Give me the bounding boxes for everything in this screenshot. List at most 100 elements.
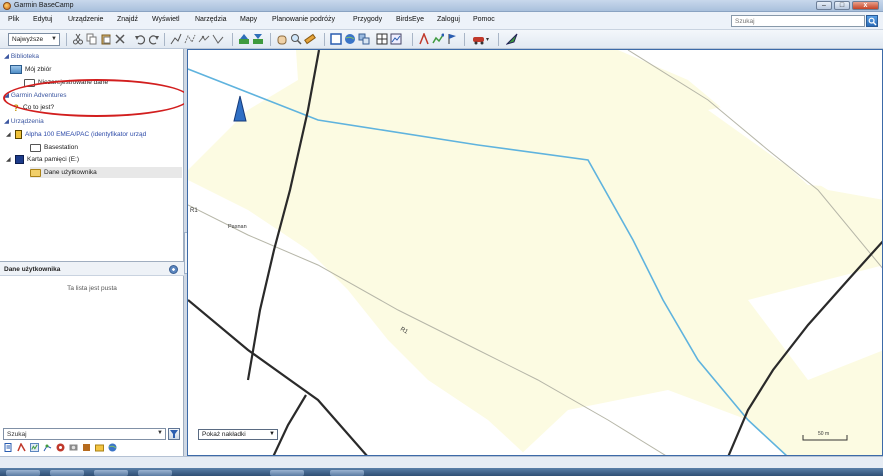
new-track-icon[interactable] (30, 443, 39, 452)
paste-icon[interactable] (100, 33, 112, 45)
measure-tool-icon[interactable] (212, 33, 224, 45)
grid-icon[interactable] (376, 33, 388, 45)
filter-button[interactable] (168, 428, 180, 440)
new-route-icon[interactable] (418, 33, 430, 45)
menu-device[interactable]: Urządzenie (68, 16, 103, 23)
menu-adventures[interactable]: Przygody (353, 16, 382, 23)
memory-card-icon (15, 155, 24, 164)
expand-arrow-icon: ◢ (6, 157, 11, 163)
zoom-tool-icon[interactable] (290, 33, 302, 45)
chevron-down-icon: ▼ (157, 430, 163, 436)
status-bar (0, 456, 883, 468)
route-tool-icon[interactable] (184, 33, 196, 45)
profile-icon[interactable] (390, 33, 402, 45)
send-to-device-icon[interactable] (252, 33, 264, 45)
close-button[interactable]: x (852, 1, 879, 10)
toolbar-separator (164, 33, 165, 46)
collapse-icon: ◢ (4, 53, 11, 60)
waypoint-tool-icon[interactable] (170, 33, 182, 45)
menu-trip-planning[interactable]: Planowanie podróży (272, 16, 335, 23)
menu-file[interactable]: Plik (8, 16, 19, 23)
taskbar-app-button[interactable] (330, 470, 364, 476)
menu-view[interactable]: Wyświetl (152, 16, 180, 23)
menu-edit[interactable]: Edytuj (33, 16, 52, 23)
globe-icon[interactable] (344, 33, 356, 45)
basecamp-app-icon (3, 2, 11, 10)
tree-item-my-collection[interactable]: Mój zbiór (10, 64, 51, 75)
title-bar: Garmin BaseCamp – □ x (0, 0, 883, 12)
layers-icon[interactable] (358, 33, 370, 45)
sort-combo[interactable]: Najwyższe ▼ (8, 33, 60, 46)
undo-icon[interactable] (134, 33, 146, 45)
new-track-icon[interactable] (432, 33, 444, 45)
menu-tools[interactable]: Narzędzia (195, 16, 227, 23)
folder-icon[interactable] (95, 443, 104, 452)
taskbar-app-button[interactable] (270, 470, 304, 476)
ruler-tool-icon[interactable] (304, 33, 316, 45)
tree-item-label: Alpha 100 EMEA/PAC (identyfikator urząd (25, 131, 147, 138)
window-title: Garmin BaseCamp (14, 2, 74, 9)
scale-label: 50 m (818, 431, 830, 437)
highlight-annotation-oval (3, 79, 190, 117)
globe-icon[interactable] (108, 443, 117, 452)
search-icon (868, 17, 877, 26)
tree-item-user-data[interactable]: Dane użytkownika (30, 167, 182, 178)
cut-icon[interactable] (72, 33, 84, 45)
new-waypoint-icon[interactable] (43, 443, 52, 452)
redo-icon[interactable] (148, 33, 160, 45)
tree-item-memory-card[interactable]: ◢ Karta pamięci (E:) (6, 154, 79, 165)
toolbar-separator (324, 33, 325, 46)
options-icon[interactable] (169, 265, 178, 274)
map-view[interactable]: R1 Pasnan R1 (187, 49, 883, 456)
menu-login[interactable]: Zaloguj (437, 16, 460, 23)
birdseye-icon[interactable] (506, 33, 518, 45)
filter-field-text: Szukaj (7, 431, 27, 438)
adventure-icon[interactable] (82, 443, 91, 452)
toolbar-separator (232, 33, 233, 46)
library-section-header[interactable]: ◢ Biblioteka (4, 52, 39, 60)
tree-item-label: Karta pamięci (E:) (27, 156, 80, 163)
map-canvas[interactable]: R1 Pasnan R1 (188, 50, 883, 456)
chevron-down-icon: ▼ (269, 431, 275, 437)
geocache-icon[interactable] (56, 443, 65, 452)
photo-icon[interactable] (69, 443, 78, 452)
tree-item-device[interactable]: ◢ Alpha 100 EMEA/PAC (identyfikator urzą… (6, 129, 146, 140)
tree-item-label: Basestation (44, 144, 78, 151)
track-tool-icon[interactable] (198, 33, 210, 45)
filter-field[interactable]: Szukaj ▼ (3, 428, 166, 440)
place-label: Pasnan (228, 224, 247, 230)
taskbar-app-button[interactable] (50, 470, 84, 476)
menu-find[interactable]: Znajdź (117, 16, 138, 23)
hand-tool-icon[interactable] (276, 33, 288, 45)
taskbar-app-button[interactable] (94, 470, 128, 476)
tree-item-label: Mój zbiór (25, 66, 52, 73)
toolbar-separator (66, 33, 67, 46)
search-button[interactable] (866, 15, 878, 27)
new-route-icon[interactable] (17, 443, 26, 452)
list-panel-header: Dane użytkownika (0, 261, 184, 276)
overlay-select[interactable]: Pokaż nakładki ▼ (198, 429, 278, 440)
copy-icon[interactable] (86, 33, 98, 45)
car-profile-icon[interactable] (472, 33, 490, 45)
toolbar-separator (270, 33, 271, 46)
menu-help[interactable]: Pomoc (473, 16, 495, 23)
overlay-select-value: Pokaż nakładki (202, 431, 246, 438)
search-box[interactable] (731, 15, 865, 27)
tree-item-basestation[interactable]: Basestation (30, 142, 78, 153)
menu-birdseye[interactable]: BirdsEye (396, 16, 424, 23)
flag-icon[interactable] (446, 33, 458, 45)
search-input[interactable] (732, 16, 864, 26)
devices-section-header[interactable]: ◢ Urządzenia (4, 117, 44, 125)
start-button[interactable] (6, 470, 40, 476)
empty-list-message: Ta lista jest pusta (67, 285, 117, 292)
taskbar-app-button[interactable] (138, 470, 172, 476)
maximize-button[interactable]: □ (834, 1, 850, 10)
collapse-icon: ◢ (4, 118, 11, 125)
delete-icon[interactable] (114, 33, 126, 45)
map-2d-icon[interactable] (330, 33, 342, 45)
menu-maps[interactable]: Mapy (240, 16, 257, 23)
list-panel-title: Dane użytkownika (4, 266, 61, 273)
new-list-icon[interactable] (4, 443, 13, 452)
receive-from-device-icon[interactable] (238, 33, 250, 45)
minimize-button[interactable]: – (816, 1, 832, 10)
